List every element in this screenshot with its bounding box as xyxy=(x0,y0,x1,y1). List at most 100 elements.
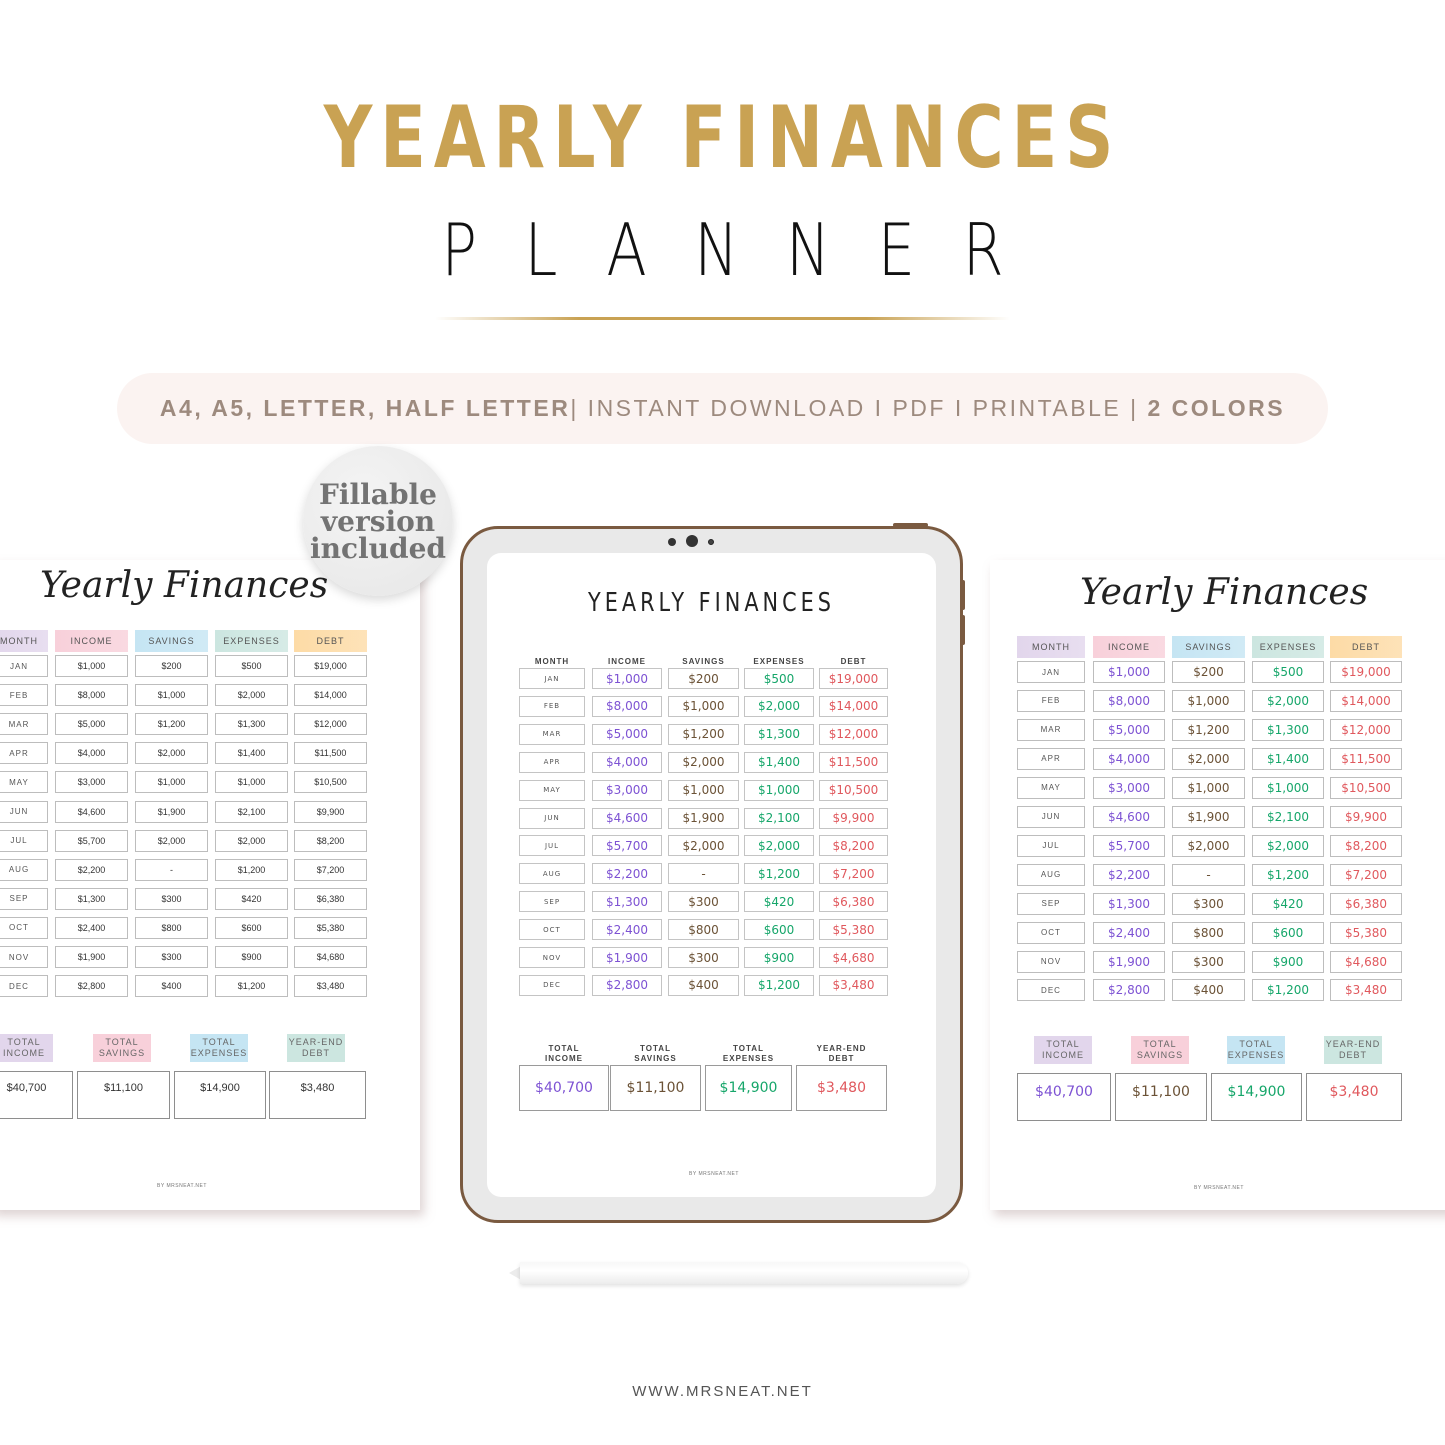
tablet-expenses-field[interactable]: $2,000 xyxy=(744,695,814,717)
tablet-income-field[interactable]: $1,900 xyxy=(592,947,662,968)
income-field[interactable]: $2,200 xyxy=(55,858,128,881)
debt-field[interactable]: $12,000 xyxy=(1330,718,1402,741)
total-value-debt[interactable]: $3,480 xyxy=(1306,1073,1402,1121)
tablet-income-field[interactable]: $1,300 xyxy=(592,891,662,913)
tablet-debt-field[interactable]: $8,200 xyxy=(819,835,888,857)
tablet-expenses-field[interactable]: $900 xyxy=(744,947,814,968)
expenses-field[interactable]: $2,100 xyxy=(1252,805,1324,828)
savings-field[interactable]: $2,000 xyxy=(135,742,208,765)
expenses-field[interactable]: $2,000 xyxy=(1252,834,1324,857)
tablet-income-field[interactable]: $5,700 xyxy=(592,835,662,857)
income-field[interactable]: $2,800 xyxy=(55,975,128,998)
expenses-field[interactable]: $2,000 xyxy=(215,684,288,707)
expenses-field[interactable]: $600 xyxy=(1252,921,1324,944)
income-field[interactable]: $4,600 xyxy=(55,800,128,823)
income-field[interactable]: $2,800 xyxy=(1093,979,1165,1002)
expenses-field[interactable]: $1,400 xyxy=(1252,747,1324,770)
expenses-field[interactable]: $2,000 xyxy=(215,829,288,852)
income-field[interactable]: $2,400 xyxy=(55,916,128,939)
debt-field[interactable]: $7,200 xyxy=(1330,863,1402,886)
debt-field[interactable]: $6,380 xyxy=(294,887,367,910)
debt-field[interactable]: $11,500 xyxy=(1330,747,1402,770)
tablet-debt-field[interactable]: $19,000 xyxy=(819,668,888,689)
debt-field[interactable]: $5,380 xyxy=(1330,921,1402,944)
expenses-field[interactable]: $500 xyxy=(1252,661,1324,683)
debt-field[interactable]: $11,500 xyxy=(294,742,367,765)
expenses-field[interactable]: $1,200 xyxy=(215,975,288,998)
savings-field[interactable]: $1,900 xyxy=(135,800,208,823)
debt-field[interactable]: $9,900 xyxy=(1330,805,1402,828)
income-field[interactable]: $1,300 xyxy=(55,887,128,910)
tablet-savings-field[interactable]: $300 xyxy=(668,947,739,968)
debt-field[interactable]: $4,680 xyxy=(1330,950,1402,973)
tablet-debt-field[interactable]: $11,500 xyxy=(819,751,888,773)
savings-field[interactable]: $2,000 xyxy=(1172,747,1245,770)
tablet-expenses-field[interactable]: $1,000 xyxy=(744,779,814,801)
debt-field[interactable]: $4,680 xyxy=(294,946,367,968)
expenses-field[interactable]: $1,200 xyxy=(215,858,288,881)
tablet-income-field[interactable]: $3,000 xyxy=(592,779,662,801)
total-value-income[interactable]: $40,700 xyxy=(1017,1073,1111,1121)
income-field[interactable]: $1,300 xyxy=(1093,892,1165,915)
tablet-savings-field[interactable]: $1,000 xyxy=(668,695,739,717)
income-field[interactable]: $5,700 xyxy=(55,829,128,852)
tablet-debt-field[interactable]: $14,000 xyxy=(819,695,888,717)
debt-field[interactable]: $3,480 xyxy=(294,975,367,998)
debt-field[interactable]: $12,000 xyxy=(294,713,367,736)
savings-field[interactable]: - xyxy=(135,858,208,881)
tablet-expenses-field[interactable]: $2,000 xyxy=(744,835,814,857)
income-field[interactable]: $2,400 xyxy=(1093,921,1165,944)
savings-field[interactable]: $1,000 xyxy=(135,684,208,707)
expenses-field[interactable]: $900 xyxy=(215,946,288,968)
tablet-savings-field[interactable]: $2,000 xyxy=(668,835,739,857)
tablet-expenses-field[interactable]: $600 xyxy=(744,919,814,941)
total-value-expenses[interactable]: $14,900 xyxy=(174,1071,266,1119)
debt-field[interactable]: $9,900 xyxy=(294,800,367,823)
debt-field[interactable]: $19,000 xyxy=(294,655,367,677)
debt-field[interactable]: $19,000 xyxy=(1330,661,1402,683)
savings-field[interactable]: $1,000 xyxy=(1172,689,1245,712)
expenses-field[interactable]: $420 xyxy=(215,887,288,910)
tablet-total-value-debt[interactable]: $3,480 xyxy=(796,1065,887,1111)
debt-field[interactable]: $14,000 xyxy=(294,684,367,707)
savings-field[interactable]: $400 xyxy=(135,975,208,998)
debt-field[interactable]: $10,500 xyxy=(1330,776,1402,799)
expenses-field[interactable]: $500 xyxy=(215,655,288,677)
income-field[interactable]: $8,000 xyxy=(1093,689,1165,712)
tablet-savings-field[interactable]: $800 xyxy=(668,919,739,941)
tablet-income-field[interactable]: $5,000 xyxy=(592,723,662,745)
savings-field[interactable]: $1,000 xyxy=(135,771,208,794)
expenses-field[interactable]: $1,200 xyxy=(1252,863,1324,886)
tablet-total-value-expenses[interactable]: $14,900 xyxy=(705,1065,792,1111)
tablet-debt-field[interactable]: $12,000 xyxy=(819,723,888,745)
tablet-savings-field[interactable]: - xyxy=(668,863,739,885)
income-field[interactable]: $1,000 xyxy=(55,655,128,677)
total-value-debt[interactable]: $3,480 xyxy=(269,1071,366,1119)
tablet-debt-field[interactable]: $3,480 xyxy=(819,974,888,996)
income-field[interactable]: $1,000 xyxy=(1093,661,1165,683)
debt-field[interactable]: $5,380 xyxy=(294,916,367,939)
savings-field[interactable]: $1,000 xyxy=(1172,776,1245,799)
savings-field[interactable]: $1,900 xyxy=(1172,805,1245,828)
expenses-field[interactable]: $2,100 xyxy=(215,800,288,823)
savings-field[interactable]: - xyxy=(1172,863,1245,886)
savings-field[interactable]: $200 xyxy=(1172,661,1245,683)
expenses-field[interactable]: $1,300 xyxy=(1252,718,1324,741)
expenses-field[interactable]: $1,400 xyxy=(215,742,288,765)
income-field[interactable]: $3,000 xyxy=(1093,776,1165,799)
tablet-total-value-income[interactable]: $40,700 xyxy=(519,1065,609,1111)
debt-field[interactable]: $7,200 xyxy=(294,858,367,881)
expenses-field[interactable]: $1,000 xyxy=(215,771,288,794)
tablet-debt-field[interactable]: $7,200 xyxy=(819,863,888,885)
tablet-income-field[interactable]: $2,800 xyxy=(592,974,662,996)
tablet-savings-field[interactable]: $2,000 xyxy=(668,751,739,773)
tablet-savings-field[interactable]: $1,200 xyxy=(668,723,739,745)
tablet-expenses-field[interactable]: $420 xyxy=(744,891,814,913)
total-value-income[interactable]: $40,700 xyxy=(0,1071,73,1119)
tablet-income-field[interactable]: $2,400 xyxy=(592,919,662,941)
tablet-expenses-field[interactable]: $1,400 xyxy=(744,751,814,773)
savings-field[interactable]: $200 xyxy=(135,655,208,677)
debt-field[interactable]: $10,500 xyxy=(294,771,367,794)
income-field[interactable]: $5,000 xyxy=(55,713,128,736)
expenses-field[interactable]: $1,300 xyxy=(215,713,288,736)
